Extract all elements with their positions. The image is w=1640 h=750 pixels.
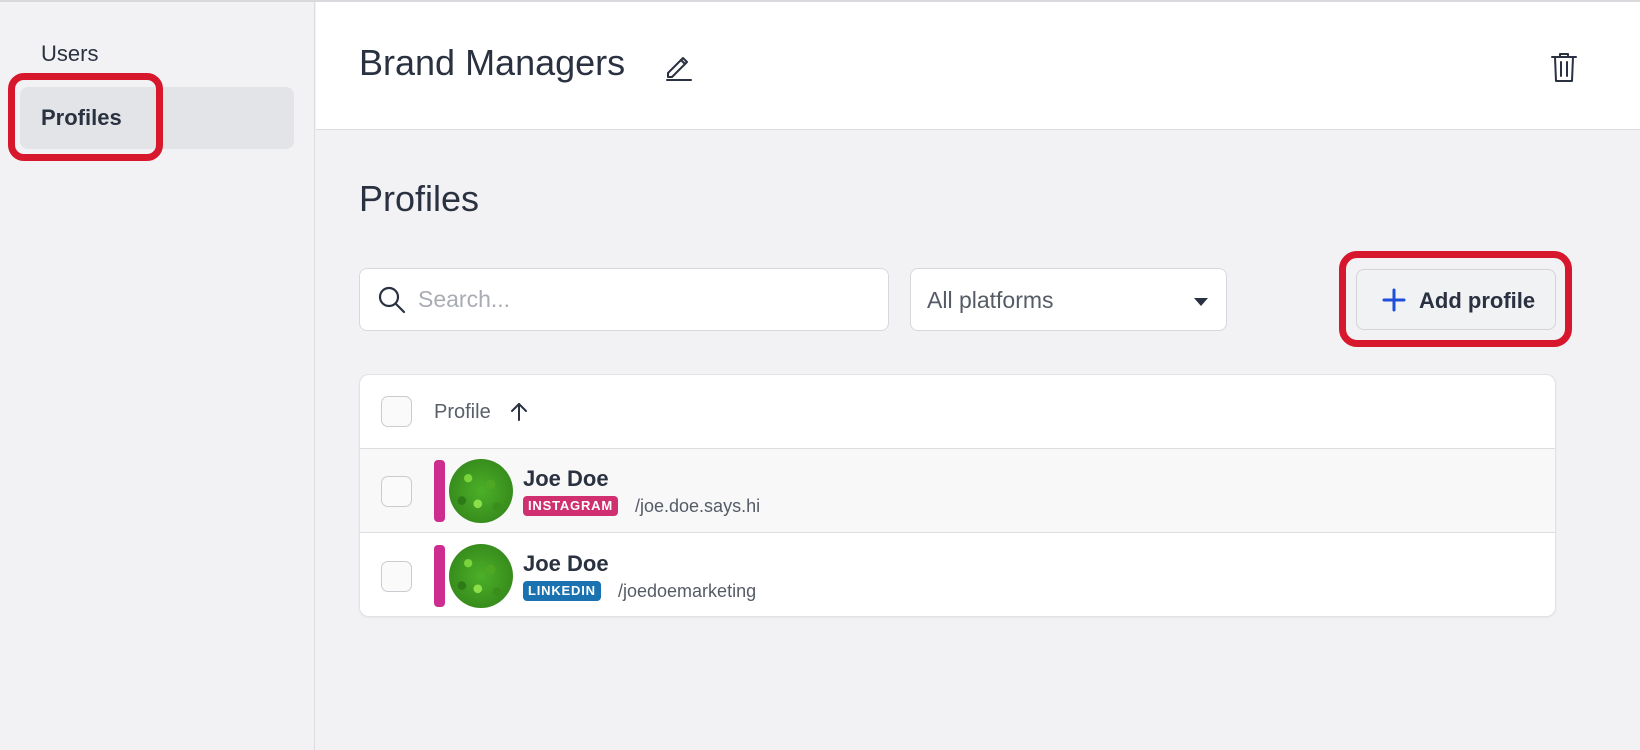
search-input[interactable] xyxy=(418,277,868,322)
select-all-checkbox[interactable] xyxy=(381,396,412,427)
platform-filter-select[interactable]: All platforms xyxy=(910,268,1227,331)
profiles-table: Profile Joe Doe INSTAGRAM /joe.doe.says.… xyxy=(359,374,1556,617)
profile-color-bar xyxy=(434,460,445,522)
trash-icon[interactable] xyxy=(1548,50,1580,84)
search-box xyxy=(359,268,889,331)
profile-handle: /joedoemarketing xyxy=(618,581,757,601)
row-checkbox[interactable] xyxy=(381,476,412,507)
page-title: Brand Managers xyxy=(359,42,626,83)
section-title: Profiles xyxy=(359,178,480,219)
profile-color-bar xyxy=(434,545,445,607)
table-row[interactable]: Joe Doe LINKEDIN /joedoemarketing xyxy=(360,534,1555,616)
sidebar-item-label: Profiles xyxy=(41,105,122,130)
profile-name: Joe Doe xyxy=(523,551,609,576)
caret-down-icon xyxy=(1194,298,1208,306)
sidebar-item-profiles[interactable]: Profiles xyxy=(20,87,294,149)
platform-badge: INSTAGRAM xyxy=(523,496,618,516)
platform-filter-value: All platforms xyxy=(927,287,1054,313)
page-header: Brand Managers xyxy=(316,2,1640,130)
pencil-icon[interactable] xyxy=(663,50,695,82)
plus-icon xyxy=(1382,288,1406,312)
arrow-up-icon[interactable] xyxy=(508,401,530,423)
search-icon xyxy=(378,286,406,314)
avatar xyxy=(449,459,513,523)
profile-name: Joe Doe xyxy=(523,466,609,491)
platform-badge: LINKEDIN xyxy=(523,581,601,601)
table-header: Profile xyxy=(360,375,1555,449)
table-row[interactable]: Joe Doe INSTAGRAM /joe.doe.says.hi xyxy=(360,449,1555,533)
profile-handle: /joe.doe.says.hi xyxy=(635,496,761,516)
sidebar-item-users[interactable]: Users xyxy=(20,23,294,85)
add-profile-button[interactable]: Add profile xyxy=(1356,269,1556,330)
column-header-profile[interactable]: Profile xyxy=(434,401,491,424)
avatar xyxy=(449,544,513,608)
add-profile-label: Add profile xyxy=(1419,288,1536,313)
sidebar-item-label: Users xyxy=(41,41,99,66)
row-checkbox[interactable] xyxy=(381,561,412,592)
sidebar: Users Profiles xyxy=(0,2,315,750)
